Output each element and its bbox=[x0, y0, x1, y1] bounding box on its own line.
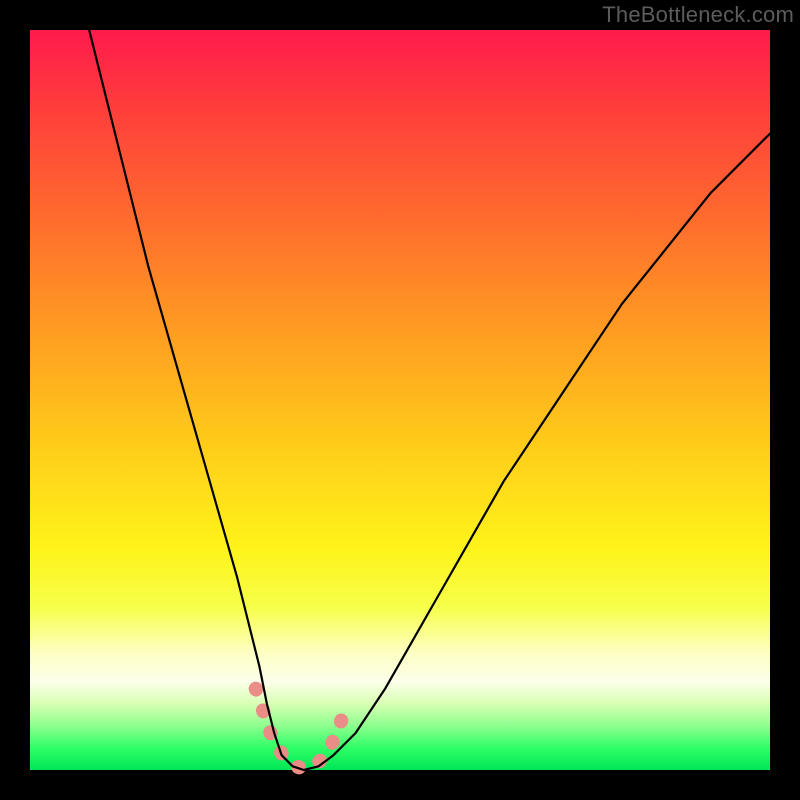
chart-frame: TheBottleneck.com bbox=[0, 0, 800, 800]
series-primary-curve bbox=[89, 30, 770, 770]
curve-svg bbox=[30, 30, 770, 770]
watermark-label: TheBottleneck.com bbox=[602, 2, 794, 28]
plot-area bbox=[30, 30, 770, 770]
